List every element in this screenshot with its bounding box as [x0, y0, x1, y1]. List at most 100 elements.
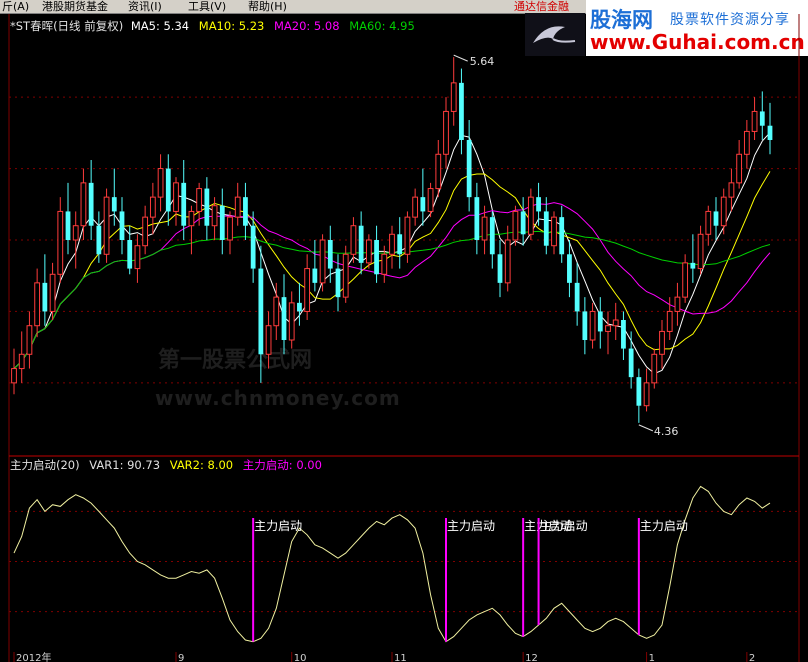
candle-body-down: [88, 182, 94, 226]
x-axis-ticks: 2012年 9 10 11 12 1 2: [13, 651, 755, 662]
candle-body-down: [636, 377, 642, 406]
candle-body-up: [365, 239, 372, 264]
candle-body-up: [435, 153, 442, 190]
ma20-label: MA20: 5.08: [274, 19, 340, 33]
main-header: *ST春晖(日线 前复权) MA5: 5.34 MA10: 5.23 MA20:…: [10, 19, 415, 33]
candle-body-down: [204, 188, 210, 226]
candle-body-up: [11, 368, 17, 384]
candle-body-down: [574, 282, 580, 312]
candle-body-up: [34, 282, 41, 327]
candle-body-up: [674, 296, 681, 312]
candle-body-up: [504, 239, 511, 284]
candle-body-up: [265, 325, 272, 355]
candle-body-up: [49, 273, 56, 312]
candle-body-up: [188, 210, 195, 227]
candle-body-down: [567, 254, 572, 283]
candle-body-up: [743, 130, 750, 155]
candle-body-down: [165, 168, 171, 212]
x-tick-label: 1: [649, 653, 655, 662]
candle-body-down: [374, 240, 379, 275]
candle-body-up: [682, 262, 689, 298]
candle-body-down: [459, 82, 464, 140]
candle-body-up: [342, 253, 349, 298]
candle-body-up: [605, 325, 611, 332]
candle-body-down: [42, 282, 48, 312]
x-tick-label: 11: [394, 653, 407, 662]
indicator-line: [13, 485, 771, 643]
candle-body-down: [119, 211, 125, 240]
candle-body-down: [520, 211, 526, 235]
candle-body-down: [690, 262, 696, 269]
candle-body-down: [759, 111, 765, 126]
candle-body-up: [273, 296, 280, 327]
candle-body-up: [404, 216, 411, 255]
signal-text: 主力启动: [254, 519, 302, 533]
candle-body-up: [643, 382, 650, 407]
candle-body-up: [720, 196, 727, 227]
candle-body-down: [312, 268, 318, 283]
candle-body-down: [181, 182, 187, 226]
var1-label: VAR1: 90.73: [89, 458, 160, 472]
candle-body-down: [358, 225, 364, 263]
ma60-label: MA60: 4.95: [349, 19, 415, 33]
candle-body-up: [211, 205, 218, 227]
candle-body-down: [466, 140, 472, 198]
candle-body-up: [173, 182, 179, 212]
candle-body-down: [767, 125, 773, 140]
candle-body-down: [497, 254, 503, 283]
candle-body-down: [713, 211, 719, 226]
candle-body-up: [26, 325, 33, 355]
candle-body-up: [666, 310, 673, 332]
sub-title: 主力启动(20): [10, 458, 80, 472]
signal-text: 主力启动: [540, 519, 588, 533]
candle-body-down: [536, 197, 541, 212]
candle-body-down: [474, 197, 480, 240]
x-tick-label: 10: [294, 653, 307, 662]
candle-body-up: [227, 216, 233, 241]
candle-body-down: [297, 302, 302, 312]
ma5-label: MA5: 5.34: [131, 19, 189, 33]
var1-line: [13, 485, 771, 643]
candle-body-up: [288, 302, 295, 341]
high-label: 5.64: [470, 55, 495, 68]
kline-chart[interactable]: 5.644.36 主力启动 主力启动 主力启动主力启动 主力启动 2012年 9 10 11…: [0, 0, 808, 662]
candle-body-up: [551, 216, 557, 247]
candle-body-up: [142, 216, 149, 247]
ma10-line: [13, 171, 771, 369]
candle-body-up: [103, 196, 110, 255]
signal-text: 主力启动: [640, 519, 688, 533]
candle-body-up: [157, 168, 164, 198]
candle-body-up: [527, 196, 534, 235]
candle-body-down: [621, 320, 626, 349]
candle-body-down: [335, 268, 341, 298]
candle-body-down: [327, 240, 333, 269]
candle-body-up: [481, 216, 488, 241]
candle-body-up: [751, 110, 758, 132]
candle-body-up: [443, 110, 449, 155]
x-tick-label: 2012年: [16, 651, 51, 662]
signal-markers: 主力启动 主力启动 主力启动主力启动 主力启动: [252, 518, 688, 642]
candle-body-down: [258, 268, 264, 355]
candle-body-up: [427, 188, 434, 212]
signal-label: 主力启动: 0.00: [243, 458, 322, 472]
candle-body-up: [319, 239, 326, 284]
low-pointer: [638, 424, 654, 432]
candle-body-up: [57, 210, 64, 275]
x-tick-label: 9: [178, 653, 184, 662]
candle-body-down: [127, 240, 133, 269]
candle-body-up: [659, 330, 665, 355]
candle-body-down: [65, 211, 71, 240]
candle-body-down: [597, 311, 603, 332]
candle-body-down: [489, 217, 495, 255]
candle-body-up: [450, 82, 457, 112]
candle-body-up: [350, 225, 357, 255]
candle-body-up: [149, 196, 156, 218]
candle-body-up: [512, 210, 519, 241]
candle-body-down: [420, 197, 426, 212]
candle-body-up: [381, 253, 388, 275]
candle-body-up: [412, 196, 419, 218]
candle-body-down: [281, 297, 287, 340]
candle-body-down: [111, 197, 117, 212]
candle-body-down: [250, 225, 256, 269]
candle-body-up: [234, 196, 241, 218]
